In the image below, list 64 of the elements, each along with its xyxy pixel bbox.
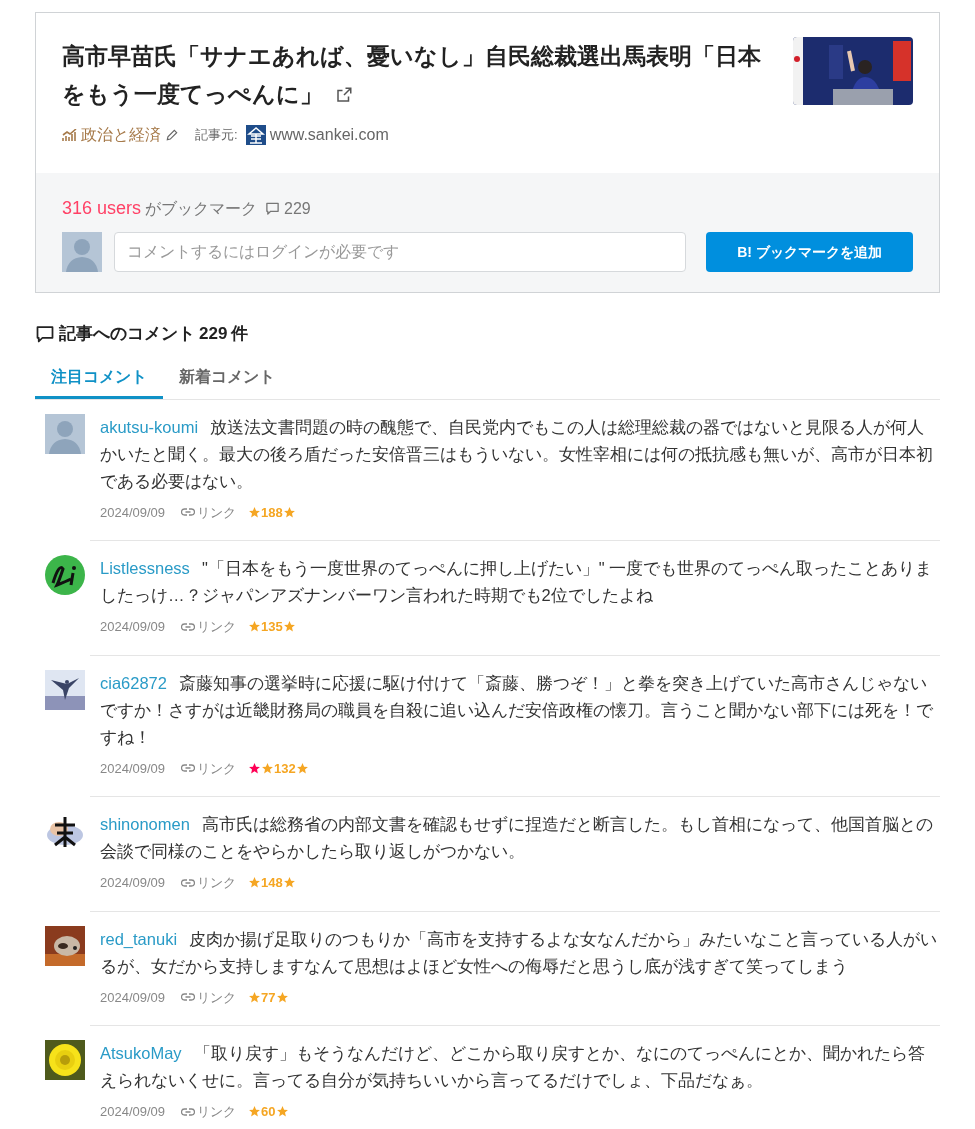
comment-user[interactable]: akutsu-koumi — [100, 417, 199, 436]
comment-link[interactable]: リンク — [197, 1102, 237, 1122]
comment-user[interactable]: red_tanuki — [100, 929, 178, 948]
star-icon — [275, 1105, 289, 1119]
link-icon — [181, 507, 196, 518]
add-bookmark-button[interactable]: B! ブックマークを追加 — [706, 232, 913, 272]
article-title[interactable]: 高市早苗氏「サナエあれば、憂いなし」自民総裁選出馬表明「日本をもう一度てっぺんに」 — [62, 37, 769, 113]
comment-user[interactable]: Listlessness — [100, 559, 190, 577]
comment-count: 229 — [284, 198, 311, 219]
comment-icon — [265, 201, 281, 216]
bookmark-label: がブックマーク — [145, 198, 258, 219]
avatar-icon — [45, 413, 85, 454]
star-count[interactable]: 135 — [261, 617, 283, 637]
comment-text: AtsukoMay 「取り戻す」もそうなんだけど、どこから取り戻すとか、なにのてっぺんにとか、聞かれたら答えられないくせに。言ってる自分が気持ちいいから言ってるだけでしょ、下品だなぁ。 — [100, 1043, 926, 1091]
star-count[interactable]: 188 — [261, 502, 283, 522]
comment-link[interactable]: リンク — [197, 758, 237, 778]
comments-heading: 記事へのコメント — [59, 323, 195, 345]
star-icon — [275, 990, 289, 1004]
star-icon — [282, 876, 296, 890]
comment-text: Listlessness "「日本をもう一度世界のてっぺんに押し上げたい」" 一度でも世界のてっぺん取ったことありましたっけ…？ジャパンアズナンバーワン言われた時期でも2位でしたよね — [100, 558, 934, 606]
link-icon — [181, 1106, 196, 1117]
star-icon — [282, 620, 296, 634]
comment-text: red_tanuki 皮肉か揚げ足取りのつもりか「高市を支持するよな女なんだから」みたいなこと言っている人がいるが、女だから支持しますなんて思想はよほど女性への侮辱だと思うし底が浅すぎて笑ってしまう — [100, 928, 939, 977]
comment-input[interactable]: コメントするにはログインが必要です — [114, 232, 686, 272]
link-icon — [181, 992, 196, 1003]
source-link[interactable]: www.sankei.com — [269, 123, 389, 147]
star-count[interactable]: 60 — [261, 1102, 276, 1122]
link-icon — [181, 621, 196, 632]
comment-link[interactable]: リンク — [197, 617, 237, 637]
site-logo-icon — [245, 125, 266, 145]
star-count[interactable]: 132 — [274, 758, 296, 778]
category-link[interactable]: 政治と経済 — [81, 123, 161, 147]
external-link-icon[interactable] — [335, 86, 353, 104]
pencil-icon[interactable] — [165, 128, 179, 142]
source-label: 記事元: — [195, 126, 238, 145]
comment-link[interactable]: リンク — [197, 987, 237, 1007]
star-icon — [295, 761, 309, 775]
comments-count: 229 — [199, 323, 228, 345]
comment-date[interactable]: 2024/09/09 — [100, 502, 166, 522]
link-icon — [181, 763, 196, 774]
star-count[interactable]: 77 — [261, 987, 276, 1007]
comment-date[interactable]: 2024/09/09 — [100, 987, 166, 1007]
star-count[interactable]: 148 — [261, 873, 283, 893]
comment-date[interactable]: 2024/09/09 — [100, 758, 166, 778]
comment-date[interactable]: 2024/09/09 — [100, 873, 166, 893]
comment-icon — [35, 323, 55, 344]
comment-text: akutsu-koumi 放送法文書問題の時の醜態で、自民党内でもこの人は総理総裁の器ではないと見限る人が何人かいたと聞く。最大の後ろ盾だった安倍晋三はもういない。女性宰相には何の抵抗感も無いが、高市が日本初である必要はない。 — [100, 416, 934, 492]
comment-date[interactable]: 2024/09/09 — [100, 1102, 166, 1122]
comment-date[interactable]: 2024/09/09 — [100, 617, 166, 637]
chart-icon — [62, 128, 77, 142]
comment-tab[interactable]: 新着コメント — [163, 358, 291, 399]
comment-tab[interactable]: 注目コメント — [35, 358, 163, 399]
comment-user[interactable]: cia62872 — [100, 673, 167, 692]
comment-user[interactable]: AtsukoMay — [100, 1044, 182, 1062]
bookmark-users[interactable]: 316 users — [62, 195, 142, 222]
star-icon — [282, 505, 296, 519]
comment-link[interactable]: リンク — [197, 873, 237, 893]
link-icon — [181, 877, 196, 888]
comment-text: shinonomen 高市氏は総務省の内部文書を確認もせずに捏造だと断言した。もし首相になって、他国首脳との会談で同様のことをやらかしたら取り返しがつかない。 — [100, 814, 934, 862]
comments-unit: 件 — [231, 323, 249, 345]
user-avatar-icon — [62, 232, 102, 272]
comment-user[interactable]: shinonomen — [100, 815, 190, 833]
comment-text: cia62872 斎藤知事の選挙時に応援に駆け付けて「斎藤、勝つぞ！」と拳を突き上げていた高市さんじゃないですか！さすがは近畿財務局の職員を自殺に追い込んだ安倍政権の懐刀。言うこと聞かない部下には死を！ですね！ — [100, 672, 934, 748]
comment-link[interactable]: リンク — [197, 502, 237, 522]
